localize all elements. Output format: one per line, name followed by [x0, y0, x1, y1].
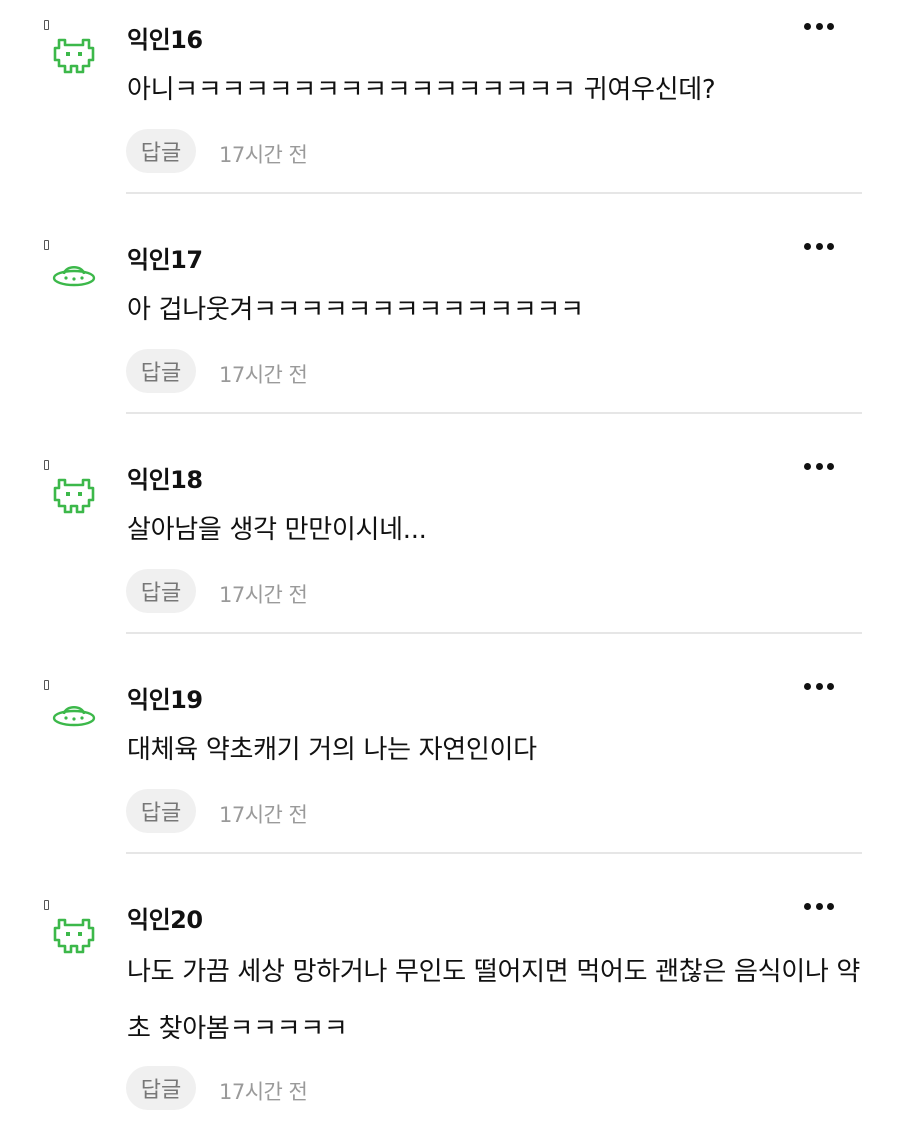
comment-text: 아니ㅋㅋㅋㅋㅋㅋㅋㅋㅋㅋㅋㅋㅋㅋㅋㅋㅋ 귀여우신데? — [127, 75, 716, 105]
more-options-icon[interactable] — [804, 681, 834, 691]
comment-text: 나도 가끔 세상 망하거나 무인도 떨어지면 먹어도 괜찮은 음식이나 약초 찾… — [127, 957, 861, 1044]
comment-author[interactable]: 익인20 — [127, 900, 203, 935]
comment-author[interactable]: 익인17 — [127, 240, 203, 275]
reply-button[interactable]: 답글 — [126, 129, 196, 173]
divider — [126, 632, 862, 634]
reply-button[interactable]: 답글 — [126, 349, 196, 393]
divider — [126, 412, 862, 414]
comment-text: 아 겁나웃겨ㅋㅋㅋㅋㅋㅋㅋㅋㅋㅋㅋㅋㅋㅋ — [127, 295, 584, 325]
divider — [126, 192, 862, 194]
comment-item: 익인17 아 겁나웃겨ㅋㅋㅋㅋㅋㅋㅋㅋㅋㅋㅋㅋㅋㅋ 답글 17시간 전 — [0, 220, 900, 415]
comment-author[interactable]: 익인16 — [127, 20, 203, 55]
more-options-icon[interactable] — [804, 241, 834, 251]
badge-icon — [44, 900, 49, 910]
reply-button[interactable]: 답글 — [126, 789, 196, 833]
space-invader-icon — [50, 916, 98, 956]
badge-icon — [44, 680, 49, 690]
comment-timestamp: 17시간 전 — [219, 363, 308, 387]
comment-timestamp: 17시간 전 — [219, 143, 308, 167]
comment-item: 익인19 대체육 약초캐기 거의 나는 자연인이다 답글 17시간 전 — [0, 660, 900, 855]
comment-timestamp: 17시간 전 — [219, 803, 308, 827]
comment-timestamp: 17시간 전 — [219, 1080, 308, 1104]
comment-text: 살아남을 생각 만만이시네... — [127, 515, 427, 545]
reply-button[interactable]: 답글 — [126, 569, 196, 613]
ufo-icon — [50, 256, 98, 296]
divider — [126, 852, 862, 854]
more-options-icon[interactable] — [804, 21, 834, 31]
comment-item: 익인18 살아남을 생각 만만이시네... 답글 17시간 전 — [0, 440, 900, 635]
space-invader-icon — [50, 476, 98, 516]
more-options-icon[interactable] — [804, 901, 834, 911]
ufo-icon — [50, 696, 98, 736]
badge-icon — [44, 20, 49, 30]
comment-author[interactable]: 익인18 — [127, 460, 203, 495]
comment-item: 익인16 아니ㅋㅋㅋㅋㅋㅋㅋㅋㅋㅋㅋㅋㅋㅋㅋㅋㅋ 귀여우신데? 답글 17시간 … — [0, 0, 900, 195]
badge-icon — [44, 240, 49, 250]
reply-button[interactable]: 답글 — [126, 1066, 196, 1110]
space-invader-icon — [50, 36, 98, 76]
comment-text: 대체육 약초캐기 거의 나는 자연인이다 — [127, 735, 537, 765]
comment-timestamp: 17시간 전 — [219, 583, 308, 607]
comment-list: 익인16 아니ㅋㅋㅋㅋㅋㅋㅋㅋㅋㅋㅋㅋㅋㅋㅋㅋㅋ 귀여우신데? 답글 17시간 … — [0, 0, 900, 1125]
badge-icon — [44, 460, 49, 470]
more-options-icon[interactable] — [804, 461, 834, 471]
comment-author[interactable]: 익인19 — [127, 680, 203, 715]
comment-item: 익인20 나도 가끔 세상 망하거나 무인도 떨어지면 먹어도 괜찮은 음식이나… — [0, 880, 900, 1125]
